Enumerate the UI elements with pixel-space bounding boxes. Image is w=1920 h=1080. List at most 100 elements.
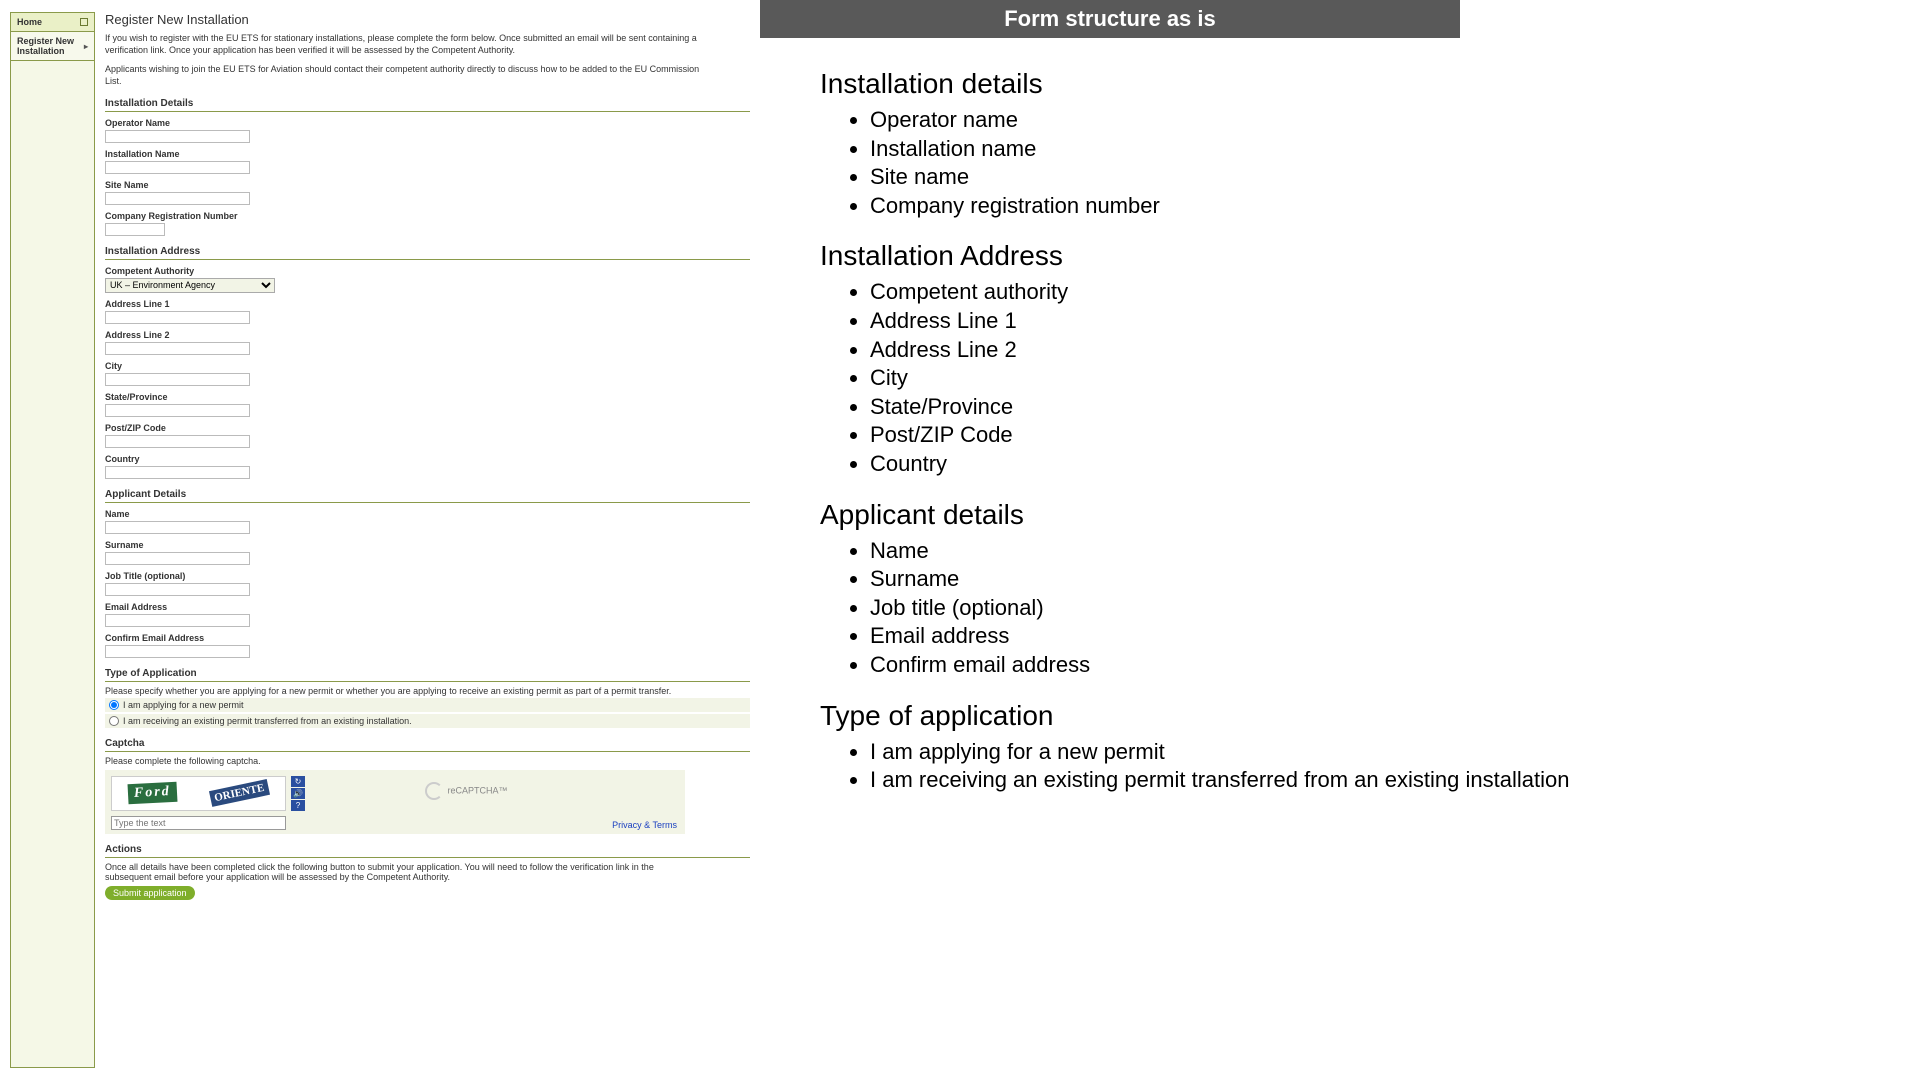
outline-list-address: Competent authority Address Line 1 Addre…	[820, 278, 1920, 478]
audio-icon[interactable]: 🔊	[291, 788, 305, 799]
submit-button[interactable]: Submit application	[105, 886, 195, 900]
radio-existing-permit[interactable]	[109, 716, 119, 726]
outline-item: Address Line 2	[870, 336, 1920, 365]
input-installation-name[interactable]	[105, 161, 250, 174]
input-email[interactable]	[105, 614, 250, 627]
outline-list-installation: Operator name Installation name Site nam…	[820, 106, 1920, 220]
input-operator-name[interactable]	[105, 130, 250, 143]
label-surname: Surname	[105, 540, 750, 550]
input-country[interactable]	[105, 466, 250, 479]
label-zip: Post/ZIP Code	[105, 423, 750, 433]
intro-text-1: If you wish to register with the EU ETS …	[105, 33, 705, 56]
input-address-line-1[interactable]	[105, 311, 250, 324]
label-site-name: Site Name	[105, 180, 750, 190]
radio-new-permit-label: I am applying for a new permit	[123, 700, 244, 710]
outline-item: Site name	[870, 163, 1920, 192]
section-actions: Actions	[105, 844, 750, 858]
outline-item: Country	[870, 450, 1920, 479]
form-screenshot: Home Register New Installation ▸ Registe…	[0, 0, 760, 1080]
chevron-right-icon: ▸	[84, 42, 88, 51]
input-company-registration-number[interactable]	[105, 223, 165, 236]
radio-new-permit[interactable]	[109, 700, 119, 710]
input-zip[interactable]	[105, 435, 250, 448]
captcha-input[interactable]	[111, 816, 286, 830]
outline-item: Operator name	[870, 106, 1920, 135]
label-confirm-email: Confirm Email Address	[105, 633, 750, 643]
input-state[interactable]	[105, 404, 250, 417]
captcha-buttons: ↻ 🔊 ?	[291, 776, 305, 811]
nav-register[interactable]: Register New Installation ▸	[11, 32, 94, 61]
input-confirm-email[interactable]	[105, 645, 250, 658]
section-installation-address: Installation Address	[105, 246, 750, 260]
label-address-line-1: Address Line 1	[105, 299, 750, 309]
help-icon[interactable]: ?	[291, 800, 305, 811]
outline-heading-applicant: Applicant details	[820, 499, 1920, 531]
label-operator-name: Operator Name	[105, 118, 750, 128]
label-installation-name: Installation Name	[105, 149, 750, 159]
captcha-image: Ford ORIENTE	[111, 776, 286, 811]
recaptcha-logo: reCAPTCHA™	[425, 782, 508, 800]
label-country: Country	[105, 454, 750, 464]
section-type-of-application: Type of Application	[105, 668, 750, 682]
page-title: Register New Installation	[105, 12, 750, 27]
nav-home[interactable]: Home	[11, 13, 94, 32]
outline-heading-type: Type of application	[820, 700, 1920, 732]
outline-item: Installation name	[870, 135, 1920, 164]
label-city: City	[105, 361, 750, 371]
select-competent-authority[interactable]: UK – Environment Agency	[105, 278, 275, 293]
outline-item: I am receiving an existing permit transf…	[870, 766, 1920, 795]
banner-title: Form structure as is	[760, 0, 1460, 38]
recaptcha-label: reCAPTCHA™	[448, 785, 508, 795]
section-applicant-details: Applicant Details	[105, 489, 750, 503]
form-area: Register New Installation If you wish to…	[95, 12, 750, 1068]
input-address-line-2[interactable]	[105, 342, 250, 355]
outline-item: Job title (optional)	[870, 594, 1920, 623]
outline-list-applicant: Name Surname Job title (optional) Email …	[820, 537, 1920, 680]
annotation-panel: Form structure as is Installation detail…	[760, 0, 1920, 1080]
recaptcha-icon	[425, 782, 443, 800]
label-competent-authority: Competent Authority	[105, 266, 750, 276]
outline-item: Confirm email address	[870, 651, 1920, 680]
input-city[interactable]	[105, 373, 250, 386]
label-address-line-2: Address Line 2	[105, 330, 750, 340]
input-site-name[interactable]	[105, 192, 250, 205]
input-job-title[interactable]	[105, 583, 250, 596]
label-state: State/Province	[105, 392, 750, 402]
outline-item: Email address	[870, 622, 1920, 651]
input-name[interactable]	[105, 521, 250, 534]
outline-item: State/Province	[870, 393, 1920, 422]
radio-existing-permit-label: I am receiving an existing permit transf…	[123, 716, 412, 726]
outline-heading-installation: Installation details	[820, 68, 1920, 100]
radio-row-new-permit[interactable]: I am applying for a new permit	[105, 698, 750, 712]
outline-notes: Installation details Operator name Insta…	[760, 38, 1920, 795]
label-name: Name	[105, 509, 750, 519]
outline-item: Address Line 1	[870, 307, 1920, 336]
captcha-privacy-link[interactable]: Privacy & Terms	[612, 820, 677, 830]
label-email: Email Address	[105, 602, 750, 612]
type-note: Please specify whether you are applying …	[105, 686, 750, 696]
square-icon	[80, 18, 88, 26]
side-nav: Home Register New Installation ▸	[10, 12, 95, 1068]
radio-row-existing-permit[interactable]: I am receiving an existing permit transf…	[105, 714, 750, 728]
outline-item: City	[870, 364, 1920, 393]
outline-item: Company registration number	[870, 192, 1920, 221]
outline-heading-address: Installation Address	[820, 240, 1920, 272]
outline-item: Competent authority	[870, 278, 1920, 307]
outline-item: Name	[870, 537, 1920, 566]
nav-home-label: Home	[17, 17, 42, 27]
captcha-note: Please complete the following captcha.	[105, 756, 750, 766]
outline-item: Surname	[870, 565, 1920, 594]
captcha-word-2: ORIENTE	[209, 779, 270, 807]
captcha-word-1: Ford	[128, 782, 178, 805]
actions-note: Once all details have been completed cli…	[105, 862, 685, 882]
section-captcha: Captcha	[105, 738, 750, 752]
input-surname[interactable]	[105, 552, 250, 565]
captcha-box: Ford ORIENTE ↻ 🔊 ? reCAPTCHA™ Privacy & …	[105, 770, 685, 834]
refresh-icon[interactable]: ↻	[291, 776, 305, 787]
outline-item: Post/ZIP Code	[870, 421, 1920, 450]
label-job-title: Job Title (optional)	[105, 571, 750, 581]
outline-list-type: I am applying for a new permit I am rece…	[820, 738, 1920, 795]
outline-item: I am applying for a new permit	[870, 738, 1920, 767]
label-company-registration-number: Company Registration Number	[105, 211, 750, 221]
intro-text-2: Applicants wishing to join the EU ETS fo…	[105, 64, 705, 87]
